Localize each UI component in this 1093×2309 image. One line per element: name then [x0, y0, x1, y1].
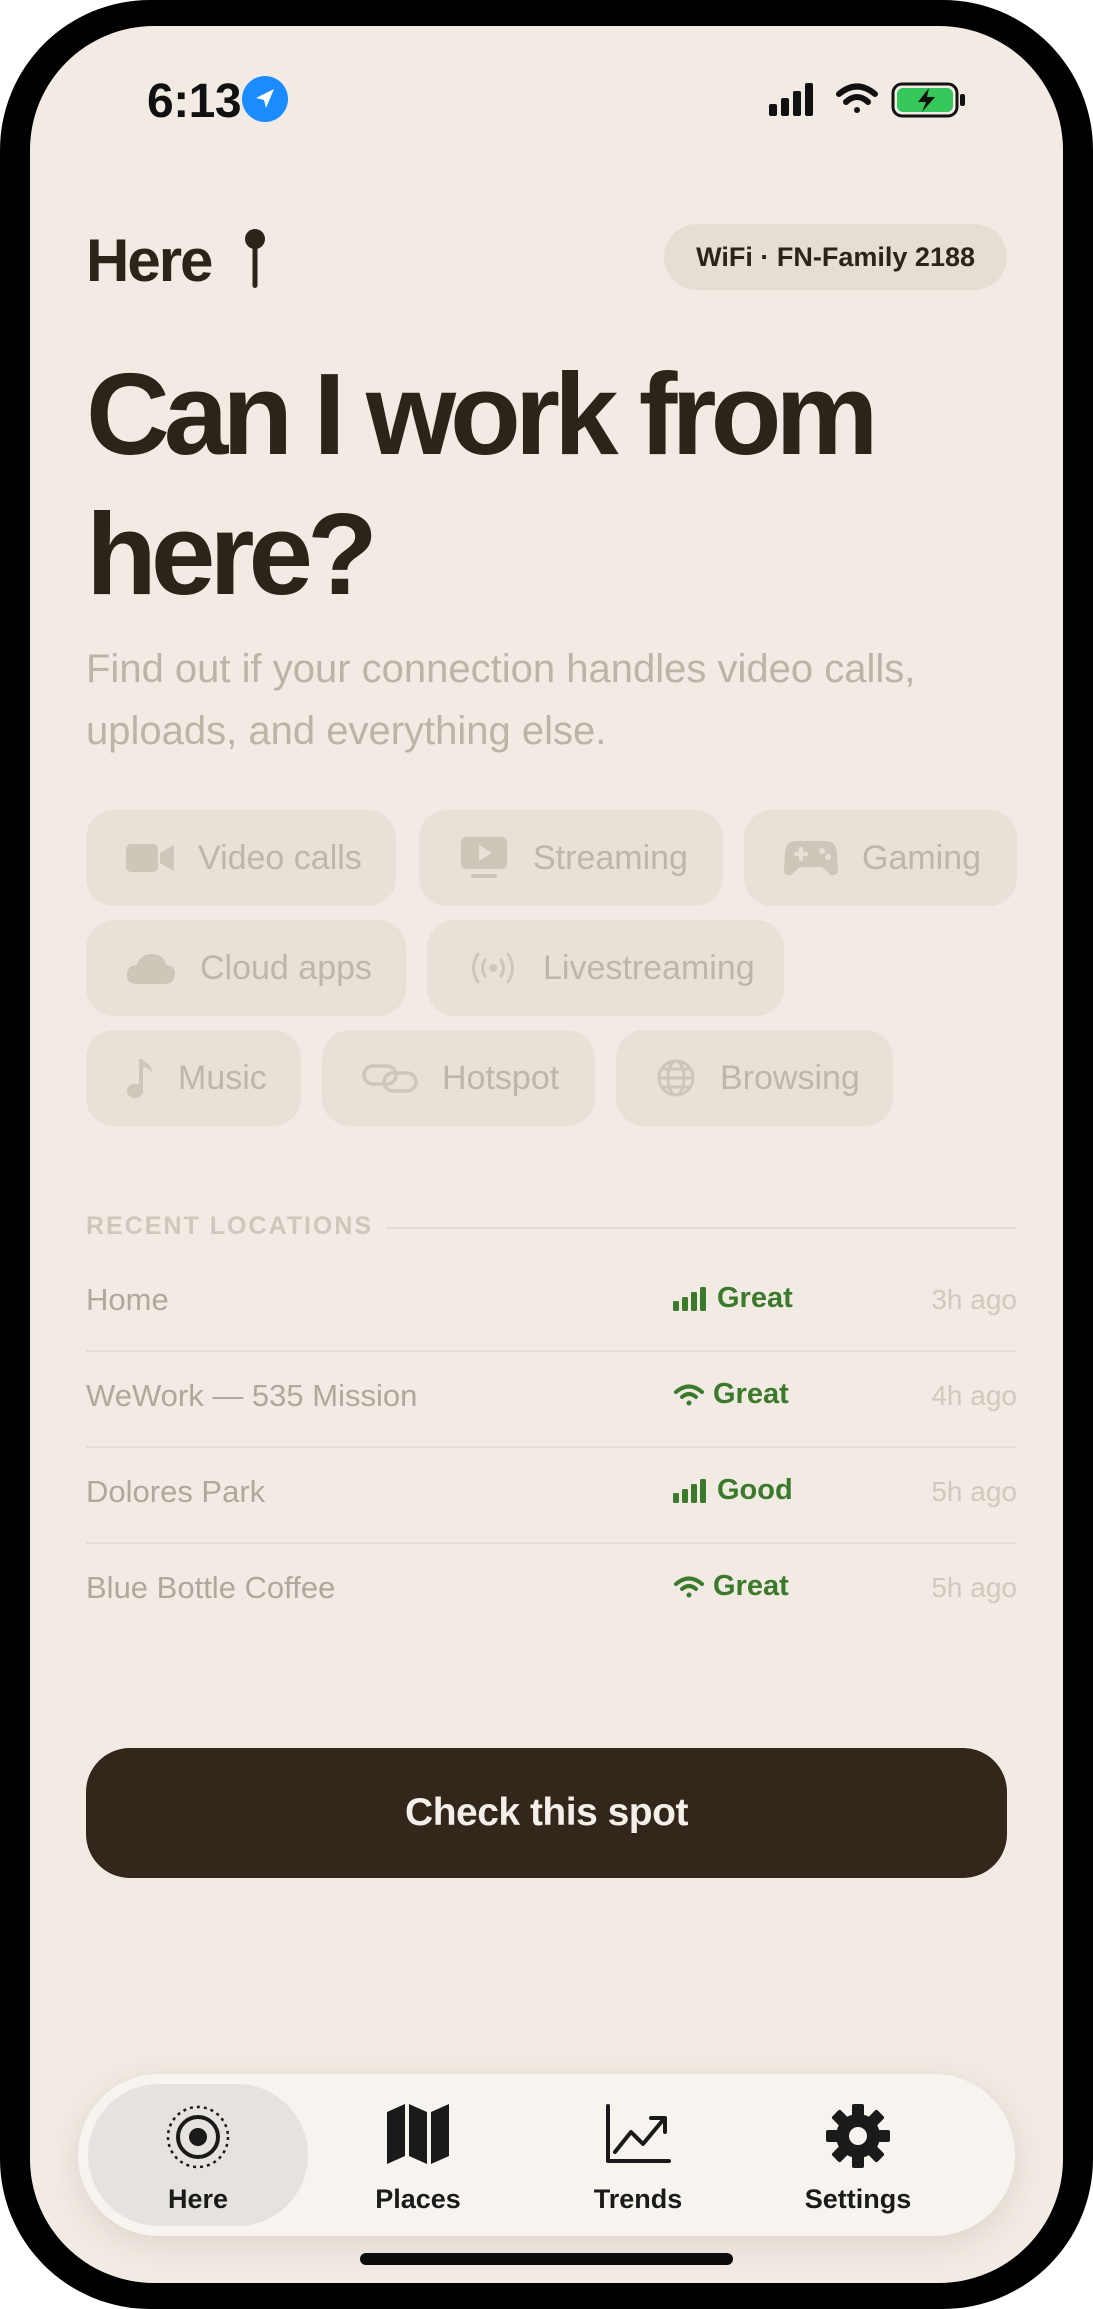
gear-icon: [826, 2104, 890, 2168]
device-frame: 6:13 Here WiFi · FN-Family 2188 Can I wo…: [0, 0, 1093, 2309]
tab-settings[interactable]: Settings: [748, 2084, 968, 2226]
chip-hotspot[interactable]: Hotspot: [322, 1030, 595, 1126]
tab-places[interactable]: Places: [308, 2084, 528, 2226]
status-icons: [769, 78, 979, 127]
location-arrow-icon: [242, 76, 288, 122]
location-row[interactable]: Dolores Park Good 5h ago: [86, 1446, 1017, 1544]
chip-label: Streaming: [533, 838, 688, 877]
home-indicator[interactable]: [360, 2253, 733, 2265]
play-screen-icon: [461, 837, 507, 878]
chip-label: Browsing: [720, 1058, 860, 1097]
timestamp: 5h ago: [931, 1572, 1017, 1603]
timestamp: 5h ago: [931, 1476, 1017, 1507]
check-spot-button[interactable]: Check this spot: [86, 1748, 1007, 1878]
location-row[interactable]: WeWork — 535 Mission Great 4h ago: [86, 1350, 1017, 1448]
location-row[interactable]: Home Great 3h ago: [86, 1254, 1017, 1352]
status-label: Great: [717, 1282, 793, 1314]
chip-gaming[interactable]: Gaming: [744, 810, 1017, 906]
chip-music[interactable]: Music: [86, 1030, 301, 1126]
chart-icon: [606, 2104, 671, 2163]
page-subtitle: Find out if your connection handles vide…: [86, 647, 916, 753]
location-name: WeWork — 535 Mission: [86, 1378, 418, 1413]
status-time: 6:13: [147, 75, 242, 128]
video-camera-icon: [126, 844, 174, 872]
tab-trends[interactable]: Trends: [528, 2084, 748, 2226]
location-name: Dolores Park: [86, 1474, 266, 1509]
chip-label: Cloud apps: [200, 948, 373, 987]
app-brand: Here: [86, 227, 213, 294]
headline-line-1: Can I work from: [86, 349, 879, 479]
chip-label: Livestreaming: [543, 948, 755, 987]
wifi-icon: [674, 1384, 704, 1405]
divider: [387, 1227, 1017, 1229]
link-icon: [362, 1064, 418, 1093]
location-row[interactable]: Blue Bottle Coffee Great 5h ago: [86, 1542, 1017, 1638]
target-icon: [166, 2105, 230, 2169]
headline-line-2: here?: [86, 489, 378, 619]
network-chip[interactable]: WiFi · FN-Family 2188: [664, 224, 1007, 290]
globe-icon: [657, 1059, 695, 1097]
cellular-signal-icon: [769, 83, 813, 116]
wifi-icon: [836, 83, 878, 113]
cellular-signal-icon: [673, 1286, 706, 1311]
gamepad-icon: [784, 841, 838, 876]
connection-status: Great: [673, 1570, 789, 1603]
tab-label: Trends: [593, 2184, 683, 2214]
connection-status: Good: [673, 1474, 793, 1507]
chip-streaming[interactable]: Streaming: [419, 810, 723, 906]
cellular-signal-icon: [673, 1478, 706, 1503]
chip-video-calls[interactable]: Video calls: [86, 810, 396, 906]
map-icon: [387, 2104, 449, 2164]
chip-label: Video calls: [198, 838, 362, 877]
broadcast-icon: [472, 952, 514, 984]
timestamp: 4h ago: [931, 1380, 1017, 1411]
tab-here[interactable]: Here: [88, 2084, 308, 2226]
tab-label: Here: [167, 2184, 229, 2214]
status-label: Good: [717, 1474, 793, 1506]
page-title: Can I work from here?: [86, 344, 1016, 624]
status-label: Great: [713, 1570, 789, 1602]
location-name: Blue Bottle Coffee: [86, 1570, 336, 1605]
wifi-icon: [674, 1576, 704, 1597]
chip-browsing[interactable]: Browsing: [616, 1030, 893, 1126]
chip-label: Hotspot: [442, 1058, 560, 1097]
chip-cloud-apps[interactable]: Cloud apps: [86, 920, 406, 1016]
chip-livestreaming[interactable]: Livestreaming: [427, 920, 784, 1016]
tab-label: Settings: [804, 2184, 912, 2214]
timestamp: 3h ago: [931, 1284, 1017, 1315]
tab-bar: Here Places Trends Settings: [78, 2074, 1015, 2236]
connection-status: Great: [673, 1378, 789, 1411]
battery-charging-icon: [891, 82, 965, 118]
music-note-icon: [127, 1059, 152, 1098]
tab-label: Places: [375, 2184, 461, 2214]
connection-status: Great: [673, 1282, 793, 1315]
screen: 6:13 Here WiFi · FN-Family 2188 Can I wo…: [30, 26, 1063, 2283]
pin-icon: [245, 229, 265, 288]
cloud-icon: [126, 954, 176, 984]
location-name: Home: [86, 1282, 169, 1317]
chip-label: Gaming: [862, 838, 982, 877]
chip-label: Music: [178, 1058, 267, 1097]
status-label: Great: [713, 1378, 789, 1410]
section-label-recent: RECENT LOCATIONS: [86, 1212, 374, 1240]
